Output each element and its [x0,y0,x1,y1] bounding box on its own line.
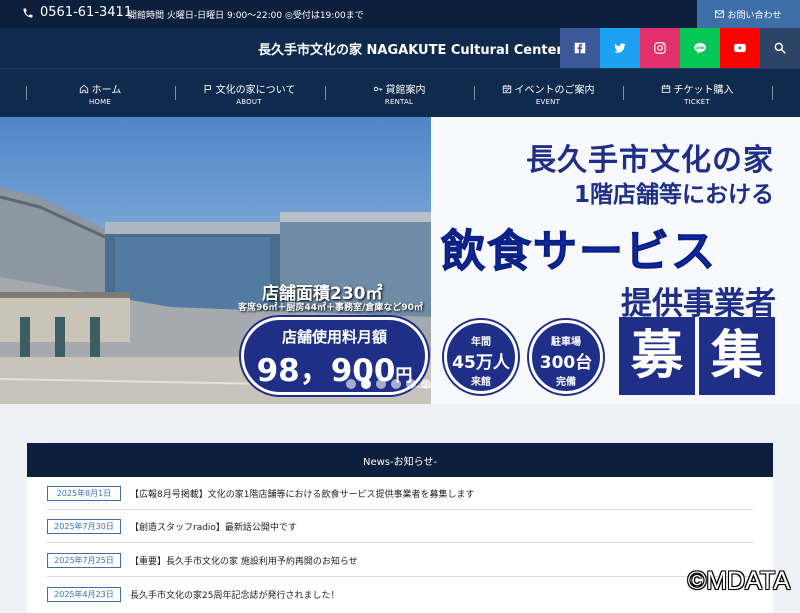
twitter-button[interactable] [600,28,640,68]
key-icon [373,86,382,91]
news-item[interactable]: 2025年4月23日 長久手市文化の家25周年記念誌が発行されました！ [47,578,753,611]
recruit-char-1: 募 [619,317,695,395]
news-date: 2025年7月25日 [47,552,121,568]
news-title[interactable]: 長久手市文化の家25周年記念誌が発行されました！ [130,588,339,601]
nav-label-event: イベントのご案内 [514,85,595,96]
flag-icon [204,84,211,93]
slider-dot[interactable] [346,379,356,389]
nav-divider [772,86,773,100]
nav-item-event[interactable]: イベントのご案内 EVENT [474,69,622,118]
fee-label: 店舗使用料月額 [281,328,387,346]
nav-item-about[interactable]: 文化の家について ABOUT [175,69,323,118]
news-item[interactable]: 2025年8月1日 【広報8月号掲載】文化の家1階店舗等における飲食サービス提供… [47,477,753,510]
instagram-button[interactable] [640,28,680,68]
ticket-icon [661,84,670,93]
home-icon [79,84,88,93]
hero-banner-text: 長久手市文化の家 1階店舗等における 飲食サービス 提供事業者 年間 45万人 … [431,117,800,404]
slider-dot[interactable] [361,379,371,389]
facebook-icon [574,42,586,54]
search-icon [774,42,786,54]
contact-button[interactable]: お問い合わせ [697,0,800,28]
line-icon: LINE [694,42,706,54]
opening-hours: 開館時間 火曜日-日曜日 9:00〜22:00 ◎受付は19:00まで [128,11,364,21]
mail-icon [715,10,725,18]
news-title[interactable]: 【広報8月号掲載】文化の家1階店舗等における飲食サービス提供事業者を募集します [130,487,474,500]
news-date: 2025年8月1日 [47,485,121,501]
nav-label-rental: 貸館案内 [385,85,426,96]
slider-dot[interactable] [391,379,401,389]
nav-label-ticket: チケット購入 [673,85,734,96]
news-item[interactable]: 2025年7月25日 【重要】長久手市文化の家 施設利用予約再開のお知らせ [47,544,753,577]
parking-unit: 完備 [556,377,576,388]
store-area-detail: 客席96㎡＋厨房44㎡＋事務室/倉庫など90㎡ [238,303,423,313]
recruit-char-2: 集 [699,317,775,395]
slider-dot[interactable] [376,379,386,389]
youtube-button[interactable] [720,28,760,68]
watermark: ©MDATA [687,567,790,595]
contact-label: お問い合わせ [727,10,782,21]
phone-number[interactable]: 0561-61-3411 [22,5,132,20]
nav-sub-home: HOME [88,98,112,106]
parking-badge: 駐車場 300台 完備 [529,320,603,394]
nav-label-home: ホーム [91,85,122,96]
social-links: LINE [560,28,800,68]
parking-label: 駐車場 [551,337,581,348]
news-section: News-お知らせ- 2025年8月1日 【広報8月号掲載】文化の家1階店舗等に… [27,443,773,613]
facebook-button[interactable] [560,28,600,68]
visitors-unit: 来館 [471,377,491,388]
banner-title: 長久手市文化の家 [526,143,774,178]
nav-item-home[interactable]: ホーム HOME [26,69,174,118]
calendar-icon [502,84,511,93]
svg-text:LINE: LINE [696,46,705,50]
visitors-badge: 年間 45万人 来館 [444,320,518,394]
news-heading: News-お知らせ- [27,443,773,477]
youtube-icon [734,43,746,53]
twitter-icon [614,43,626,53]
slider-dot[interactable] [406,379,416,389]
nav-item-ticket[interactable]: チケット購入 TICKET [623,69,771,118]
phone-text: 0561-61-3411 [40,5,133,20]
slider-pagination [346,379,431,389]
nav-item-rental[interactable]: 貸館案内 RENTAL [325,69,473,118]
top-bar: 0561-61-3411 開館時間 火曜日-日曜日 9:00〜22:00 ◎受付… [0,0,800,28]
nav-sub-event: EVENT [535,98,561,106]
banner-subtitle: 1階店舗等における [573,182,774,208]
parking-value: 300台 [539,353,593,373]
main-nav: ホーム HOME 文化の家について ABOUT 貸館案内 RENTAL イベント… [0,68,800,117]
site-title[interactable]: 長久手市文化の家 NAGAKUTE Cultural Center [258,39,563,58]
news-title[interactable]: 【創造スタッフradio】最新話公開中です [130,520,297,533]
banner-headline: 飲食サービス [441,226,717,278]
line-button[interactable]: LINE [680,28,720,68]
nav-label-about: 文化の家について [215,85,296,96]
search-button[interactable] [760,28,800,68]
news-date: 2025年7月30日 [47,518,121,534]
news-title[interactable]: 【重要】長久手市文化の家 施設利用予約再開のお知らせ [130,554,358,567]
visitors-value: 45万人 [452,353,510,373]
site-header: 長久手市文化の家 NAGAKUTE Cultural Center LINE [0,28,800,68]
nav-sub-ticket: TICKET [684,98,710,106]
news-item[interactable]: 2025年7月30日 【創造スタッフradio】最新話公開中です [47,510,753,543]
nav-sub-about: ABOUT [236,98,262,106]
phone-icon [23,8,33,17]
hero-slider[interactable]: 店舗面積230㎡ 客席96㎡＋厨房44㎡＋事務室/倉庫など90㎡ 店舗使用料月額… [0,117,800,404]
visitors-label: 年間 [471,337,491,348]
nav-sub-rental: RENTAL [384,98,414,106]
instagram-icon [654,42,666,54]
slider-dot[interactable] [421,379,431,389]
